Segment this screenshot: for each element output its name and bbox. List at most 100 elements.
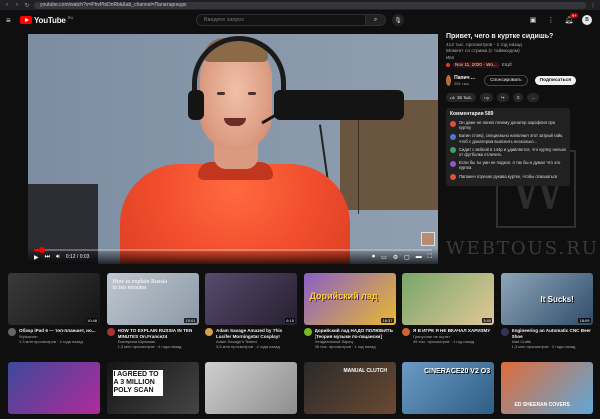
video-card[interactable]: 6:15 Adam Savage Amazed by This Lucifer M… (205, 273, 297, 349)
video-card[interactable]: How to explain Russia in ten minutes 10:0… (106, 273, 199, 349)
channel-avatar[interactable] (446, 75, 452, 86)
thumbs-down-icon: 👎︎ (484, 94, 489, 100)
progress-bar[interactable] (34, 247, 432, 253)
subscribe-button[interactable]: Подписаться (534, 76, 576, 85)
commenter-avatar[interactable] (450, 174, 456, 181)
forward-arrow-icon[interactable]: › (14, 2, 20, 8)
video-card-stats: 45 тыс. просмотров · 1 год назад (413, 338, 475, 344)
commenter-avatar[interactable] (450, 120, 456, 127)
video-thumbnail[interactable] (205, 362, 297, 414)
video-card-title[interactable]: HOW TO EXPLAIN RUSSIA IN TEN MINUTES On.… (118, 328, 198, 339)
headphones-earcup (274, 90, 404, 120)
volume-icon[interactable]: 🔊︎ (56, 254, 60, 261)
video-card-title[interactable]: Engineering an Automatic CNC Beer Shoe (512, 328, 592, 339)
channel-avatar[interactable] (205, 328, 213, 336)
comment-item[interactable]: Батин стояк), специально наполнил этот з… (450, 133, 566, 144)
fullscreen-icon[interactable]: ⛶ (428, 254, 432, 261)
video-thumbnail[interactable]: How to explain Russia in ten minutes 10:0… (106, 273, 199, 325)
video-card-info: Adam Savage Amazed by This Lucifer Morni… (205, 328, 297, 349)
video-thumbnail[interactable]: 6:15 (205, 273, 297, 325)
video-card[interactable]: CINERACE20 V2 O3 (402, 362, 494, 414)
like-button[interactable]: 👍︎ 15 тыс. (446, 93, 477, 102)
channel-avatar[interactable] (303, 328, 312, 336)
apps-grid-icon[interactable]: ⋮ (546, 16, 556, 24)
miniplayer-icon[interactable]: ▢ (404, 254, 410, 261)
video-thumbnail[interactable]: MANUAL CLUTCH (303, 362, 396, 414)
video-card-title[interactable]: Adam Savage Amazed by This Lucifer Morni… (216, 328, 296, 339)
back-arrow-icon[interactable]: ‹ (4, 2, 10, 8)
commenter-avatar[interactable] (450, 160, 456, 167)
more-actions-label: ... (531, 95, 536, 100)
video-thumbnail[interactable]: Дорийский лад 16:37 (303, 273, 396, 325)
user-avatar[interactable]: В (582, 15, 592, 25)
search-input[interactable] (196, 14, 366, 26)
header-actions: ▣ ⋮ 🔔︎ 9+ В (528, 13, 592, 25)
video-card-text: Engineering an Automatic CNC Beer Shoe Ma… (512, 328, 592, 349)
notifications-bell-icon[interactable]: 🔔︎ 9+ (564, 13, 578, 24)
comment-text: Он даже не понял почему донатер зарофлил… (459, 120, 556, 131)
like-count: 15 тыс. (456, 95, 473, 100)
settings-gear-icon[interactable]: ⚙ (393, 254, 398, 261)
video-card-title[interactable]: Дорийский лад НАДО ПОЛЮБИТЬ [Теория музы… (315, 328, 395, 339)
video-thumbnail[interactable]: CINERACE20 V2 O3 (402, 362, 494, 414)
save-button[interactable]: ≡ (512, 93, 524, 102)
comment-item[interactable]: Папанич отрезал рукава куртке, чтобы отм… (450, 174, 566, 181)
browser-menu-icon[interactable]: ⋮ (590, 2, 596, 9)
comments-header[interactable]: Комментарии 589 (450, 111, 566, 117)
video-card[interactable]: Дорийский лад 16:37 Дорийский лад НАДО ПОЛ… (303, 273, 396, 349)
commenter-avatar[interactable] (450, 133, 456, 140)
theater-mode-icon[interactable]: ▬ (416, 254, 422, 260)
video-thumbnail[interactable]: ED SHEERAN COVERS (500, 362, 593, 414)
video-card-title[interactable]: Я В ИГРЕ Я НЕ ВКАЧАЛ ХАРИЗМУ (413, 328, 493, 334)
video-card[interactable] (8, 362, 100, 414)
dislike-button[interactable]: 👎︎ (480, 93, 493, 102)
video-card-title[interactable]: Обзор iPad 6 — топ-планшет, но... (19, 328, 99, 334)
video-thumbnail[interactable]: It Sucks! 18:09 (500, 273, 593, 325)
video-card[interactable]: It Sucks! 18:09 Engineering an Automatic C… (500, 273, 593, 349)
video-thumbnail[interactable]: 10:48 (8, 273, 100, 325)
video-card[interactable] (205, 362, 297, 414)
comment-item[interactable]: Сидит с вебкой в 144р и удивляется, что … (450, 147, 566, 157)
comment-text: Папанич отрезал рукава куртке, чтобы отм… (459, 173, 558, 179)
video-tag-row[interactable]: Nov 11, 2020 · Wo... ЕЩЁ (446, 62, 576, 68)
youtube-logo[interactable]: YouTube RU (20, 14, 74, 25)
show-more-link[interactable]: ЕЩЁ (502, 62, 512, 68)
video-card-text: HOW TO EXPLAIN RUSSIA IN TEN MINUTES On.… (118, 328, 198, 349)
share-button[interactable]: ↪ (496, 93, 509, 102)
search-button[interactable]: ⌕ (366, 14, 386, 26)
video-thumbnail[interactable]: 3:40 (402, 273, 494, 325)
video-player[interactable]: ▶ ⏭ 🔊︎ 0:12 / 0:03 ⏺ ▭ ⚙ ▢ ▬ ⛶ (28, 34, 438, 264)
sponsor-button[interactable]: Спонсировать (484, 75, 528, 86)
reload-icon[interactable]: ↻ (24, 2, 30, 9)
next-icon[interactable]: ⏭ (45, 254, 50, 261)
share-icon: ↪ (500, 94, 505, 100)
video-card[interactable]: I AGREED TO A 3 MILLION POLY SCAN (106, 362, 199, 414)
commenter-avatar[interactable] (450, 147, 456, 154)
video-card[interactable]: MANUAL CLUTCH (303, 362, 396, 414)
video-card[interactable]: ED SHEERAN COVERS (500, 362, 593, 414)
video-card[interactable]: 10:48 Обзор iPad 6 — топ-планшет, но... Wy… (8, 273, 100, 344)
comment-item[interactable]: Он даже не понял почему донатер зарофлил… (450, 120, 566, 130)
video-frame-furniture-edge (358, 104, 359, 214)
channel-avatar[interactable] (402, 328, 410, 336)
more-actions-button[interactable]: ... (527, 93, 540, 102)
video-duration: 6:15 (285, 318, 295, 323)
channel-watermark-thumbnail[interactable] (421, 232, 435, 246)
video-card[interactable]: 3:40 Я В ИГРЕ Я НЕ ВКАЧАЛ ХАРИЗМУ Гринусла… (402, 273, 494, 344)
comment-item[interactable]: Если бы ты умн не подкол, я так бы и дум… (450, 160, 566, 170)
channel-avatar[interactable] (8, 328, 16, 336)
subtitles-icon[interactable]: ▭ (381, 254, 387, 261)
video-thumbnail[interactable]: I AGREED TO A 3 MILLION POLY SCAN (106, 362, 199, 414)
autoplay-toggle-icon[interactable]: ⏺ (372, 254, 375, 261)
channel-avatar[interactable] (106, 328, 115, 336)
video-card-info: Дорийский лад НАДО ПОЛЮБИТЬ [Теория музы… (303, 328, 396, 349)
create-video-icon[interactable]: ▣ (528, 16, 538, 24)
channel-avatar[interactable] (500, 328, 509, 336)
video-thumbnail[interactable] (8, 362, 100, 414)
voice-search-button[interactable]: 🎙︎ (392, 14, 404, 26)
thumbnail-caption: MANUAL CLUTCH (343, 368, 388, 374)
address-bar[interactable]: youtube.com/watch?v=PhvPbiDnRbk&ab_chann… (34, 1, 586, 9)
logo-region: RU (67, 14, 74, 20)
play-icon[interactable]: ▶ (34, 254, 39, 261)
menu-icon[interactable]: ≡ (6, 16, 18, 25)
